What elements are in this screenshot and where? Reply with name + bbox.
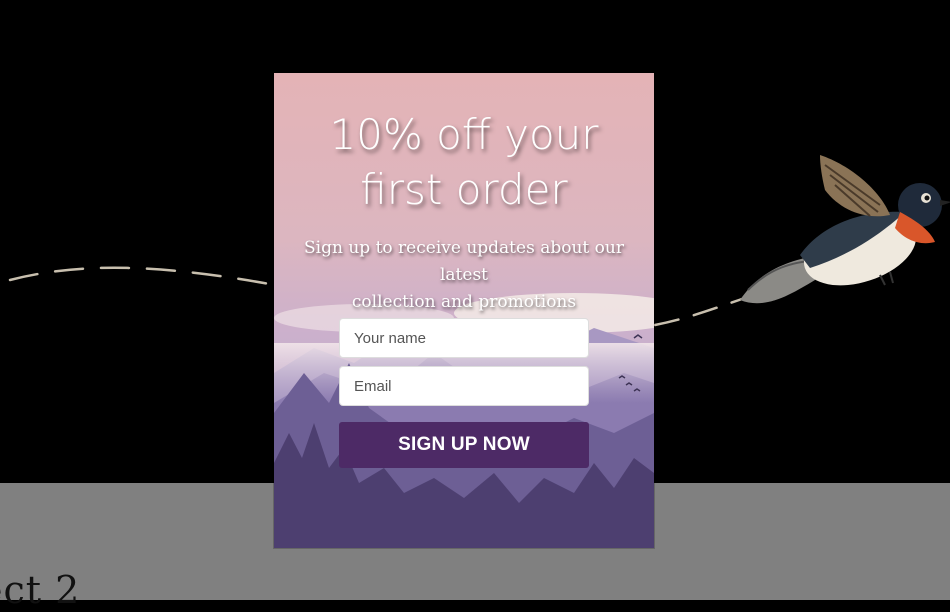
- signup-popup: 10% off your first order Sign up to rece…: [274, 73, 654, 548]
- name-input[interactable]: [339, 318, 589, 358]
- section-heading: ect 2: [0, 568, 81, 612]
- popup-title-line2: first order: [360, 165, 568, 214]
- popup-subtitle-line1: Sign up to receive updates about our lat…: [304, 238, 624, 285]
- popup-title: 10% off your first order: [274, 107, 654, 217]
- popup-subtitle: Sign up to receive updates about our lat…: [284, 235, 644, 316]
- popup-content: 10% off your first order Sign up to rece…: [274, 73, 654, 548]
- sign-up-button[interactable]: SIGN UP NOW: [339, 422, 589, 468]
- popup-subtitle-line2: collection and promotions: [351, 292, 577, 312]
- email-input[interactable]: [339, 366, 589, 406]
- popup-title-line1: 10% off your: [329, 110, 599, 159]
- bird-icon: [740, 155, 950, 304]
